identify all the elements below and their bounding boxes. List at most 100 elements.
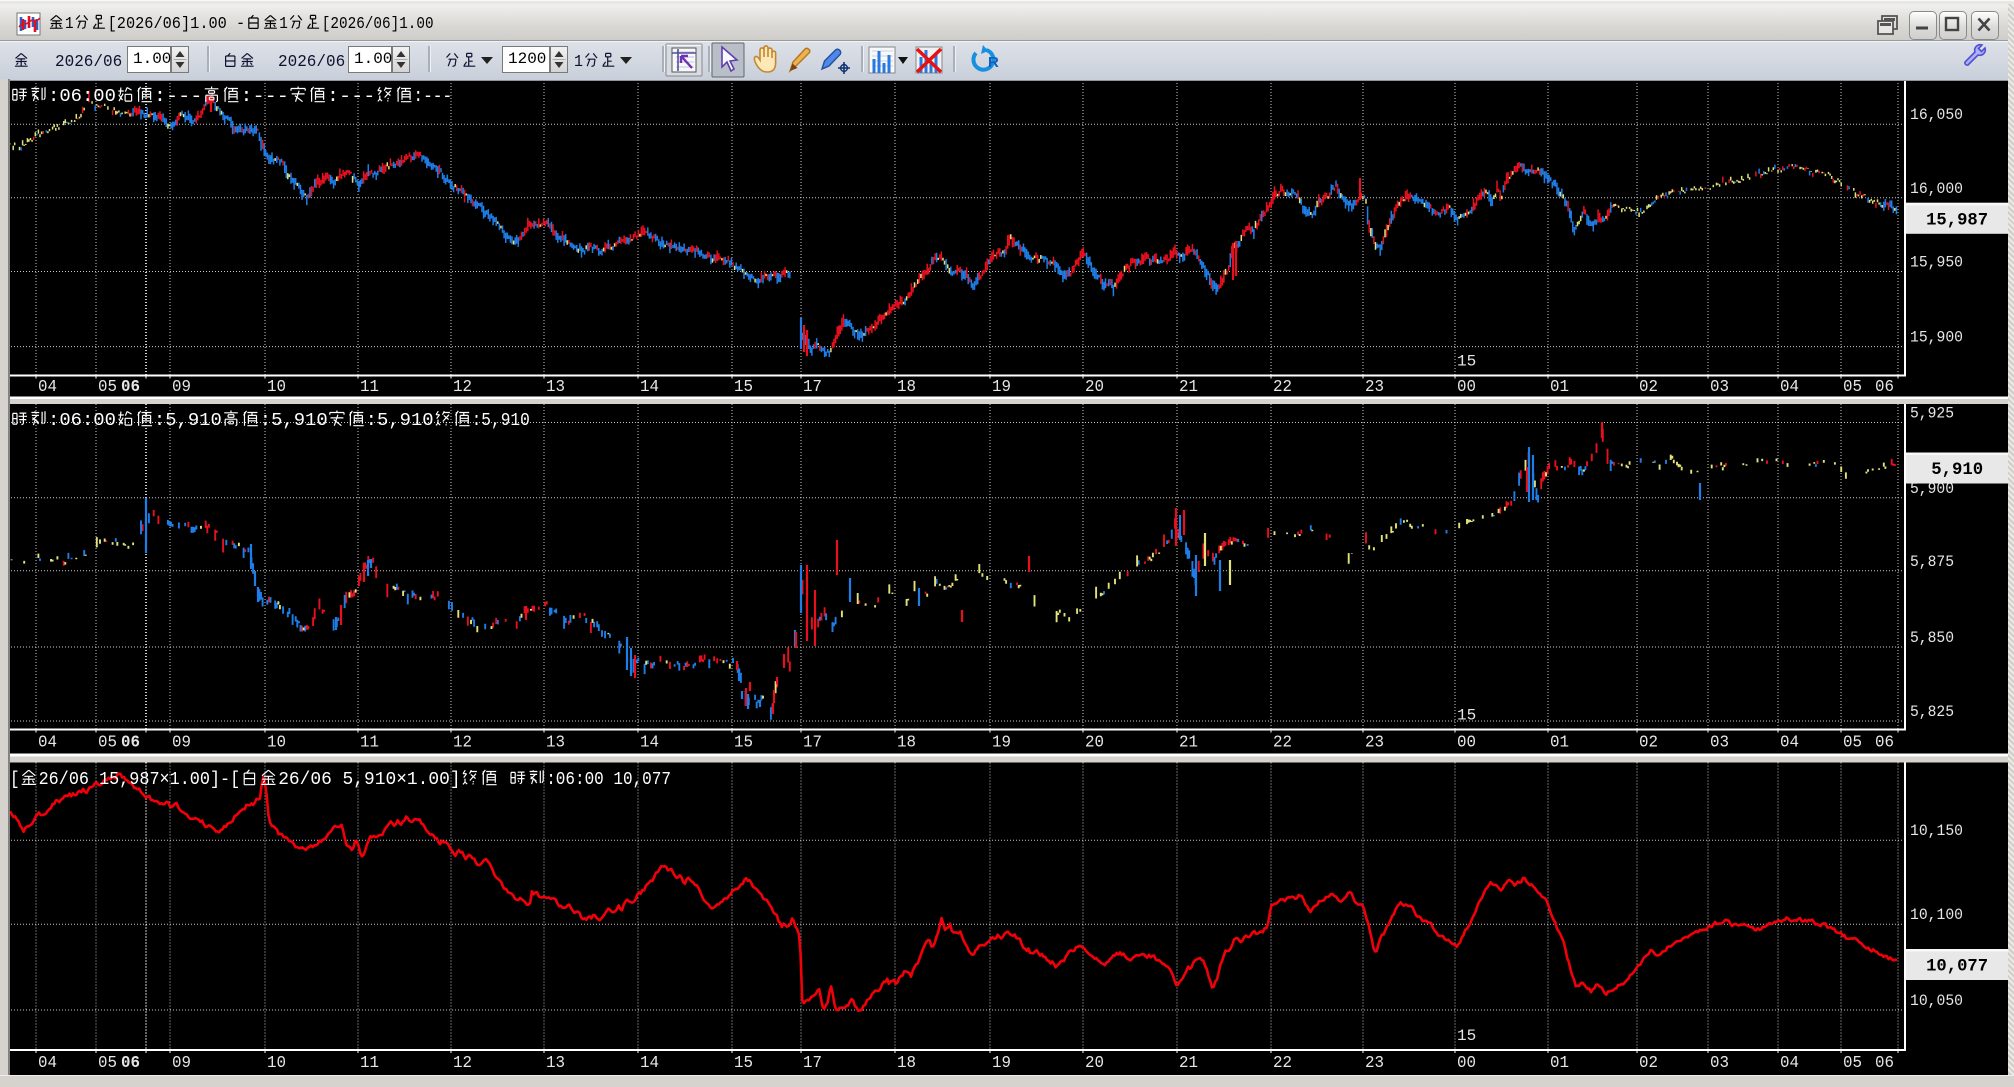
svg-text:04: 04 [1780,1054,1799,1073]
svg-text:21: 21 [1179,378,1198,397]
svg-text:00: 00 [1457,1054,1476,1073]
svg-text:10: 10 [267,378,286,397]
svg-text::---: :--- [327,86,376,107]
svg-text:5,850: 5,850 [1910,629,1954,647]
svg-text:17: 17 [803,1054,822,1073]
svg-text:12: 12 [453,1054,472,1073]
svg-text:1: 1 [279,14,288,33]
svg-text:10,050: 10,050 [1910,992,1963,1010]
svg-text::---: :--- [240,86,289,107]
svg-text::---: :--- [154,86,203,107]
svg-text:23: 23 [1365,378,1384,397]
svg-text:05: 05 [98,378,117,397]
svg-text:05: 05 [1843,1054,1862,1073]
svg-text:06: 06 [121,734,140,753]
svg-text:16,000: 16,000 [1910,180,1963,198]
svg-text:23: 23 [1365,1054,1384,1073]
svg-text:05: 05 [1843,734,1862,753]
svg-text:13: 13 [546,378,565,397]
svg-text:26/06 15,987×1.00]-[: 26/06 15,987×1.00]-[ [39,769,241,790]
svg-text:06: 06 [1875,734,1894,753]
svg-text:05: 05 [1843,378,1862,397]
svg-text:16,050: 16,050 [1910,106,1963,124]
svg-text:09: 09 [172,1054,191,1073]
svg-text:02: 02 [1639,734,1658,753]
svg-text:15: 15 [734,734,753,753]
svg-text:[2026/06]1.00 -: [2026/06]1.00 - [108,14,246,33]
svg-text:06: 06 [1875,378,1894,397]
svg-text:14: 14 [640,1054,659,1073]
svg-text:19: 19 [992,378,1011,397]
svg-text:09: 09 [172,378,191,397]
svg-text:15: 15 [734,1054,753,1073]
svg-text:20: 20 [1085,734,1104,753]
svg-text:04: 04 [1780,734,1799,753]
svg-text:22: 22 [1273,1054,1292,1073]
svg-text:5,825: 5,825 [1910,703,1954,721]
svg-text:5,925: 5,925 [1910,405,1954,423]
svg-text:17: 17 [803,378,822,397]
svg-text:06: 06 [1875,1054,1894,1073]
svg-text:19: 19 [992,734,1011,753]
svg-text:R: R [988,54,999,71]
svg-text:14: 14 [640,734,659,753]
svg-text:15: 15 [734,378,753,397]
svg-text:13: 13 [546,734,565,753]
svg-text:00: 00 [1457,378,1476,397]
svg-text::5,910: :5,910 [154,410,222,431]
svg-text:10,077: 10,077 [1926,957,1988,977]
svg-text:20: 20 [1085,1054,1104,1073]
svg-text:17: 17 [803,734,822,753]
svg-text:18: 18 [897,734,916,753]
svg-text:20: 20 [1085,378,1104,397]
svg-text:10,100: 10,100 [1910,906,1963,924]
svg-text::5,910: :5,910 [260,410,328,431]
svg-text:12: 12 [453,734,472,753]
svg-text:22: 22 [1273,378,1292,397]
svg-text::5,910: :5,910 [472,410,530,431]
svg-text:04: 04 [38,378,57,397]
svg-text:10: 10 [267,734,286,753]
svg-text:05: 05 [98,734,117,753]
svg-text:11: 11 [360,1054,379,1073]
svg-text:00: 00 [1457,734,1476,753]
svg-text:10,150: 10,150 [1910,822,1963,840]
svg-text:05: 05 [98,1054,117,1073]
svg-text:15: 15 [1457,707,1476,725]
svg-text:5,875: 5,875 [1910,553,1954,571]
svg-text:03: 03 [1710,734,1729,753]
svg-text:01: 01 [1550,734,1569,753]
svg-text:18: 18 [897,1054,916,1073]
svg-text:10: 10 [267,1054,286,1073]
svg-text:03: 03 [1710,1054,1729,1073]
svg-text:19: 19 [992,1054,1011,1073]
svg-text:21: 21 [1179,734,1198,753]
svg-text:04: 04 [38,734,57,753]
svg-text:15,900: 15,900 [1910,329,1963,347]
svg-text:15,950: 15,950 [1910,254,1963,272]
svg-text:11: 11 [360,734,379,753]
svg-text:06: 06 [121,1054,140,1073]
svg-text:1: 1 [65,14,74,33]
svg-text::---: :--- [413,86,452,107]
svg-text:02: 02 [1639,378,1658,397]
svg-text:01: 01 [1550,378,1569,397]
svg-text:12: 12 [453,378,472,397]
svg-text:15: 15 [1457,1027,1476,1045]
svg-text:04: 04 [38,1054,57,1073]
svg-text:11: 11 [360,378,379,397]
svg-text:15: 15 [1457,353,1476,371]
svg-text:03: 03 [1710,378,1729,397]
svg-text:15,987: 15,987 [1926,210,1988,230]
svg-text::06:00: :06:00 [48,86,116,107]
svg-text:04: 04 [1780,378,1799,397]
svg-text:26/06 5,910×1.00]: 26/06 5,910×1.00] [278,769,460,790]
svg-text:23: 23 [1365,734,1384,753]
svg-text:18: 18 [897,378,916,397]
svg-text:01: 01 [1550,1054,1569,1073]
svg-text:21: 21 [1179,1054,1198,1073]
svg-text:02: 02 [1639,1054,1658,1073]
svg-text:22: 22 [1273,734,1292,753]
svg-text:13: 13 [546,1054,565,1073]
svg-text:[: [ [10,769,20,790]
